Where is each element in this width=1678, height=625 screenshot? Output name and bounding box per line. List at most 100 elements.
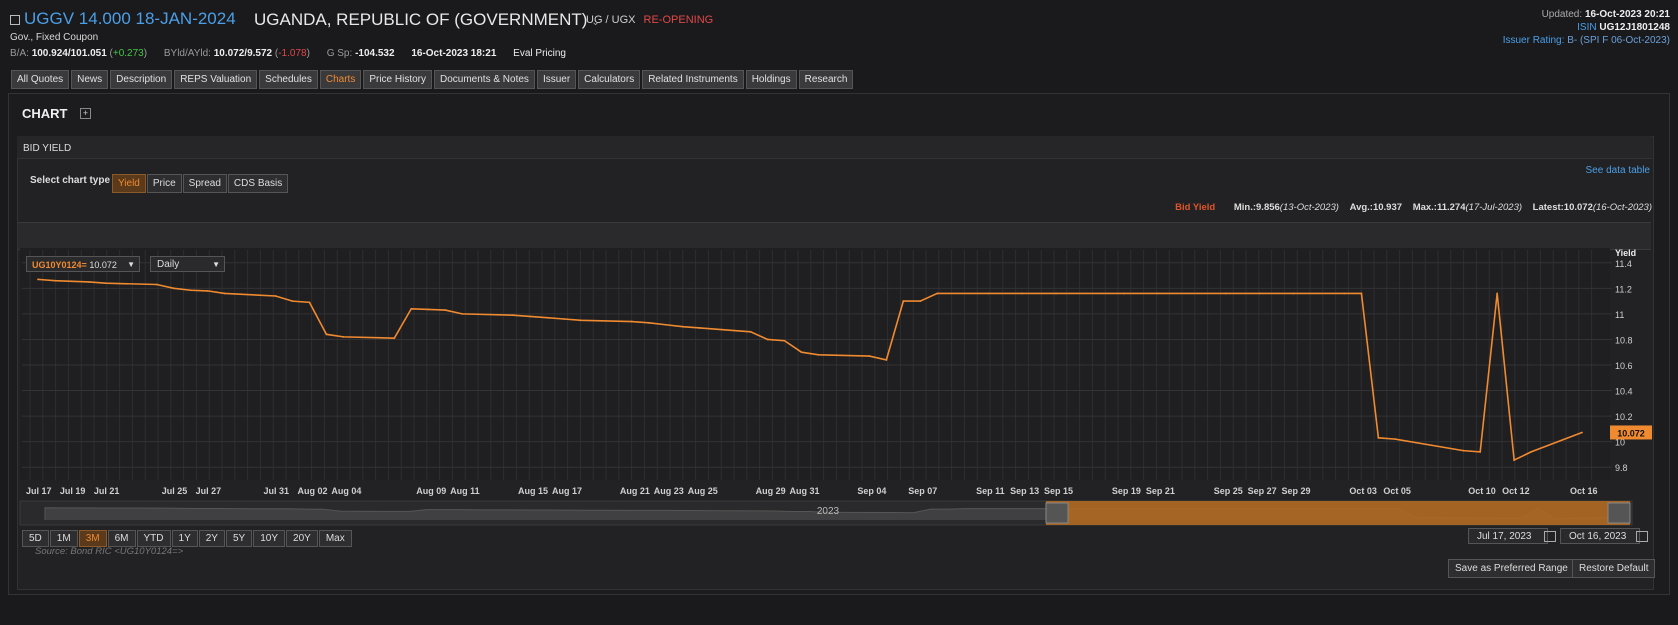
x-tick-label: Jul 19	[60, 486, 86, 496]
x-tick-label: Sep 04	[857, 486, 886, 496]
x-tick-label: Sep 15	[1044, 486, 1073, 496]
data-point	[546, 316, 548, 319]
chevron-down-icon: ▼	[127, 260, 135, 269]
x-tick-label: Sep 25	[1214, 486, 1243, 496]
data-point	[291, 300, 294, 303]
ric-selector[interactable]: UG10Y0124= 10.072 ▼	[26, 256, 140, 272]
range-ytd-button[interactable]: YTD	[136, 530, 171, 547]
date-to-value: Oct 16, 2023	[1569, 531, 1627, 542]
navigator-selection	[1046, 501, 1630, 525]
data-point	[189, 289, 192, 292]
data-point	[1343, 292, 1346, 295]
data-point	[71, 280, 73, 283]
data-point	[223, 292, 226, 295]
x-tick-label: Aug 17	[552, 486, 582, 496]
y-tick-label: 11.4	[1615, 259, 1632, 269]
range-1y-button[interactable]: 1Y	[171, 530, 198, 547]
data-point	[936, 292, 939, 295]
data-point	[580, 319, 582, 322]
navigator-year-label: 2023	[817, 506, 840, 517]
x-tick-label: Aug 15	[518, 486, 548, 496]
x-tick-label: Oct 16	[1570, 486, 1598, 496]
date-from-input[interactable]: Jul 17, 2023	[1468, 528, 1548, 544]
x-tick-label: Jul 21	[94, 486, 120, 496]
ric-code: UG10Y0124=	[32, 260, 87, 270]
range-2y-button[interactable]: 2Y	[198, 530, 225, 547]
data-point	[461, 312, 464, 315]
frequency-select[interactable]: Daily ▼	[150, 256, 225, 272]
data-point	[342, 335, 345, 338]
data-point	[817, 353, 820, 356]
data-point	[274, 295, 277, 297]
data-point	[885, 358, 888, 361]
x-tick-label: Aug 25	[688, 486, 718, 496]
data-point	[800, 351, 803, 354]
x-tick-label: Oct 12	[1502, 486, 1530, 496]
data-point	[1156, 292, 1159, 295]
data-point	[647, 321, 650, 324]
data-point	[325, 333, 328, 336]
x-tick-label: Jul 17	[26, 486, 52, 496]
x-tick-label: Oct 03	[1349, 486, 1377, 496]
range-5d-button[interactable]: 5D	[22, 530, 49, 547]
x-tick-label: Oct 05	[1383, 486, 1411, 496]
data-point	[308, 301, 311, 304]
data-point	[1292, 292, 1295, 295]
x-tick-label: Aug 31	[790, 486, 820, 496]
data-point	[155, 283, 158, 286]
x-tick-label: Aug 04	[331, 486, 361, 496]
data-point	[749, 330, 752, 333]
save-preferred-range-button[interactable]: Save as Preferred Range	[1448, 559, 1575, 578]
range-max-button[interactable]: Max	[318, 530, 352, 547]
data-point	[1394, 438, 1397, 441]
y-tick-label: 10.8	[1615, 335, 1633, 345]
data-point	[512, 314, 514, 317]
date-to-input[interactable]: Oct 16, 2023	[1560, 528, 1640, 544]
x-tick-label: Aug 11	[450, 486, 480, 496]
data-point	[1513, 459, 1516, 461]
data-point	[206, 289, 209, 292]
data-point	[563, 318, 565, 320]
x-tick-label: Jul 31	[264, 486, 290, 496]
data-point	[664, 323, 667, 326]
x-tick-label: Jul 27	[196, 486, 222, 496]
data-point	[1581, 431, 1583, 434]
data-point	[54, 279, 56, 282]
data-point	[172, 287, 175, 290]
range-10y-button[interactable]: 10Y	[253, 530, 286, 547]
data-point	[783, 339, 786, 342]
data-point	[1055, 292, 1057, 295]
chevron-down-icon: ▼	[212, 260, 220, 269]
data-point	[681, 325, 684, 328]
data-point	[1479, 450, 1482, 453]
y-tick-label: 10.4	[1615, 387, 1633, 397]
source-note: Source: Bond RIC <UG10Y0124=>	[35, 546, 184, 557]
calendar-icon[interactable]	[1636, 531, 1648, 542]
x-tick-label: Sep 21	[1146, 486, 1175, 496]
navigator-right-handle	[1607, 502, 1631, 524]
x-tick-label: Oct 10	[1468, 486, 1496, 496]
range-3m-button[interactable]: 3M	[78, 530, 107, 547]
x-tick-label: Sep 13	[1010, 486, 1039, 496]
data-point	[1224, 292, 1227, 295]
calendar-icon[interactable]	[1544, 531, 1556, 542]
x-tick-label: Sep 27	[1248, 486, 1277, 496]
y-tick-label: 11.2	[1615, 284, 1632, 294]
x-tick-label: Aug 09	[416, 486, 446, 496]
data-point	[987, 292, 990, 295]
series-line-ug10y0124	[37, 278, 1583, 462]
range-20y-button[interactable]: 20Y	[286, 530, 318, 547]
x-tick-label: Sep 19	[1112, 486, 1141, 496]
x-tick-label: Aug 23	[654, 486, 684, 496]
data-point	[1377, 436, 1380, 439]
x-tick-label: Sep 11	[976, 486, 1005, 496]
range-5y-button[interactable]: 5Y	[225, 530, 253, 547]
restore-default-button[interactable]: Restore Default	[1572, 559, 1656, 578]
data-point	[698, 327, 701, 329]
navigator-left-handle	[1045, 502, 1069, 524]
data-point	[444, 309, 447, 311]
range-6m-button[interactable]: 6M	[107, 530, 136, 547]
y-tick-label: 11	[1615, 310, 1624, 320]
date-from-value: Jul 17, 2023	[1477, 531, 1532, 542]
range-1m-button[interactable]: 1M	[49, 530, 78, 547]
